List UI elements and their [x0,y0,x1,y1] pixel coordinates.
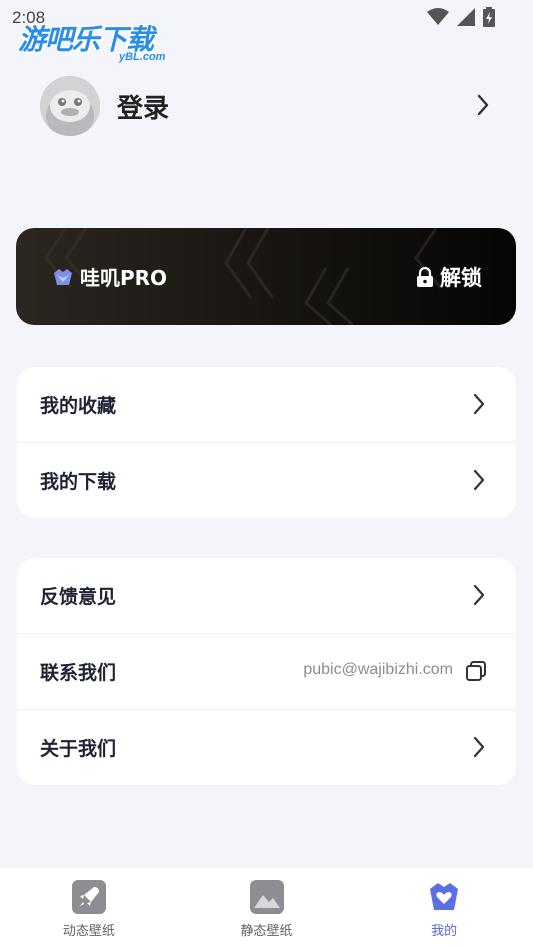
status-icons [427,7,495,27]
tab-label: 动态壁纸 [62,924,115,939]
mascot-avatar-icon [40,76,100,136]
watermark-logo: 游吧乐下载 yBL.com [18,18,165,63]
lock-icon [417,267,433,287]
rocket-icon [71,880,106,914]
menu-item-about[interactable]: 关于我们 [17,710,516,785]
profile-login-row[interactable]: 登录 [40,76,500,136]
menu-item-feedback[interactable]: 反馈意见 [17,558,516,634]
heart-shield-icon [430,883,459,910]
menu-item-favorites[interactable]: 我的收藏 [17,367,516,443]
pro-title: 哇叽PRO [80,266,168,290]
menu-item-label: 联系我们 [40,662,117,684]
menu-item-label: 反馈意见 [40,586,117,608]
copy-icon[interactable] [465,660,487,682]
battery-icon [483,7,495,27]
pro-badge: 哇叽PRO [52,262,167,291]
menu-item-label: 关于我们 [40,738,117,760]
login-label[interactable]: 登录 [117,88,169,125]
tab-live-wallpaper[interactable]: 动态壁纸 [0,868,178,948]
chevron-right-icon [473,393,485,415]
menu-item-label: 我的下载 [40,471,117,493]
pro-membership-card[interactable]: 哇叽PRO 解锁 [16,228,516,325]
chevron-right-icon [473,469,485,491]
chevron-right-icon [473,584,485,606]
avatar[interactable] [40,76,100,136]
menu-group-collections: 我的收藏 我的下载 [17,367,516,518]
chevron-right-icon [477,94,489,116]
menu-group-support: 反馈意见 联系我们 pubic@wajibizhi.com 关于我们 [17,558,516,785]
image-icon [249,880,284,914]
tab-static-wallpaper[interactable]: 静态壁纸 [178,868,356,948]
crown-gem-icon [54,268,72,285]
unlock-label[interactable]: 解锁 [440,262,482,292]
chevron-right-icon [473,736,485,758]
tab-label: 静态壁纸 [240,924,293,939]
watermark-subtitle: yBL.com [119,51,166,63]
cell-signal-icon [457,8,475,26]
wifi-icon [427,8,449,25]
bottom-tab-bar: 动态壁纸 静态壁纸 我的 [0,868,533,948]
menu-item-contact[interactable]: 联系我们 pubic@wajibizhi.com [17,634,516,710]
unlock-button[interactable]: 解锁 [416,262,482,292]
tab-label: 我的 [431,924,458,939]
contact-email: pubic@wajibizhi.com [303,661,453,678]
tab-mine[interactable]: 我的 [355,868,533,948]
menu-item-downloads[interactable]: 我的下载 [17,443,516,518]
menu-item-label: 我的收藏 [40,395,117,417]
